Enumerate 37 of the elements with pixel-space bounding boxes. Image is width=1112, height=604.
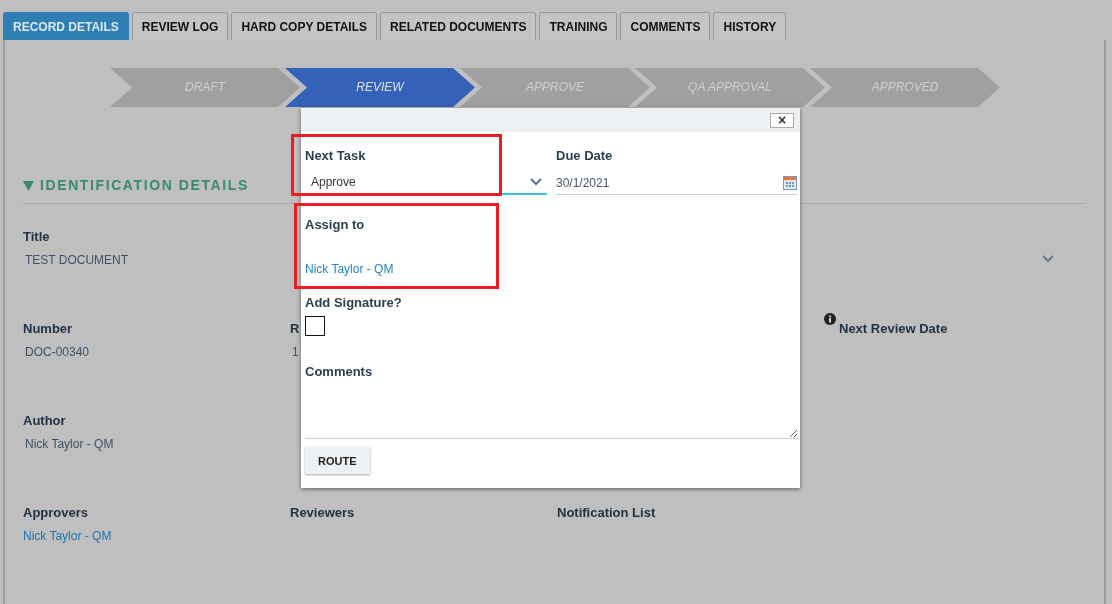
tab[interactable]: TRAINING — [539, 12, 618, 40]
route-button[interactable]: ROUTE — [305, 447, 370, 474]
tab[interactable]: RELATED DOCUMENTS — [380, 12, 537, 40]
field-label: Assign to — [305, 217, 366, 232]
collapse-triangle-icon[interactable] — [23, 179, 34, 191]
tab[interactable]: HARD COPY DETAILS — [231, 12, 378, 40]
field-label: Reviewers — [290, 505, 355, 520]
calendar-icon[interactable] — [783, 175, 797, 190]
tab[interactable]: REVIEW LOG — [131, 12, 229, 40]
close-button[interactable]: × — [770, 112, 794, 128]
field-value: TEST DOCUMENT — [25, 253, 129, 267]
field-label: Next Review Date — [839, 321, 948, 336]
field-value: Nick Taylor - QM — [25, 437, 114, 451]
workflow-stage: REVIEW — [285, 68, 475, 107]
field-label: Notification List — [557, 505, 656, 520]
tab[interactable]: HISTORY — [713, 12, 787, 40]
field-label: Add Signature? — [305, 295, 403, 310]
due-date-field[interactable]: 30/1/2021 — [556, 171, 797, 195]
signature-checkbox[interactable] — [305, 316, 325, 336]
field-label: Due Date — [556, 148, 614, 163]
field-label: Comments — [305, 364, 374, 379]
tab[interactable]: COMMENTS — [620, 12, 711, 40]
info-icon[interactable] — [824, 313, 836, 325]
field-value: DOC-00340 — [25, 345, 90, 359]
chevron-down-icon[interactable] — [1042, 255, 1054, 263]
section-title: IDENTIFICATION DETAILS — [40, 177, 249, 193]
field-value: 1 — [292, 345, 299, 359]
field-label: Approvers — [23, 505, 89, 520]
tab[interactable]: RECORD DETAILS — [3, 12, 129, 40]
next-task-dropdown[interactable]: Approve — [305, 171, 547, 195]
chevron-down-icon[interactable] — [530, 178, 542, 186]
field-label: Number — [23, 321, 73, 336]
field-label: R — [290, 321, 300, 336]
field-label: Title — [23, 229, 50, 244]
user-link[interactable]: Nick Taylor - QM — [305, 262, 796, 276]
field-label: Author — [23, 413, 66, 428]
field-label: Next Task — [305, 148, 367, 163]
